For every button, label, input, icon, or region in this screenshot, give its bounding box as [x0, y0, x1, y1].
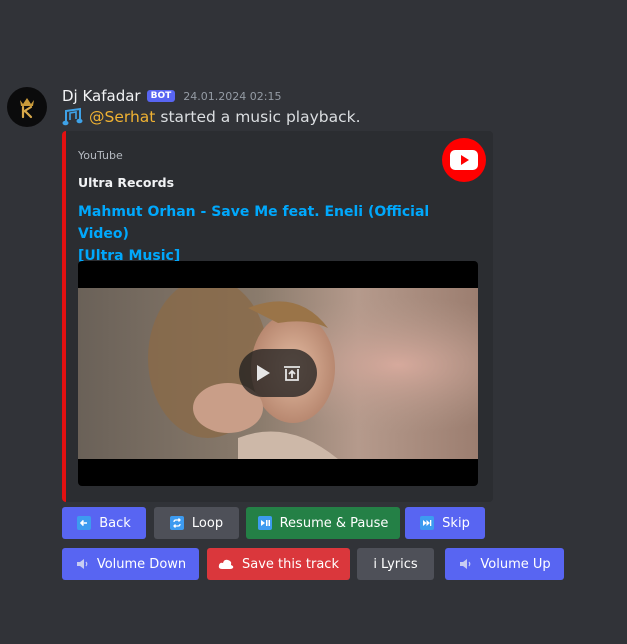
volume-up-button[interactable]: Volume Up	[445, 548, 564, 580]
back-label: Back	[99, 515, 131, 531]
music-embed: YouTube Ultra Records Mahmut Orhan - Sav…	[62, 131, 493, 502]
embed-title-link[interactable]: Mahmut Orhan - Save Me feat. Eneli (Offi…	[78, 201, 458, 267]
resume-pause-label: Resume & Pause	[279, 515, 389, 531]
skip-button[interactable]: Skip	[405, 507, 485, 539]
back-button[interactable]: Back	[62, 507, 146, 539]
loop-label: Loop	[191, 515, 224, 531]
embed-author[interactable]: Ultra Records	[78, 175, 174, 190]
lyrics-label: i Lyrics	[373, 556, 418, 572]
play-icon[interactable]	[254, 363, 272, 383]
message-content: @Serhat started a music playback.	[62, 106, 361, 128]
video-player[interactable]	[78, 261, 478, 486]
embed-provider: YouTube	[78, 149, 123, 162]
timestamp[interactable]: 24.01.2024 02:15	[183, 90, 281, 103]
play-pause-icon	[257, 516, 272, 530]
username[interactable]: Dj Kafadar	[62, 87, 141, 105]
message-text: started a music playback.	[160, 108, 361, 126]
save-track-button[interactable]: Save this track	[207, 548, 350, 580]
user-mention[interactable]: @Serhat	[89, 108, 155, 126]
loop-icon	[169, 516, 184, 530]
skip-label: Skip	[442, 515, 470, 531]
lyrics-button[interactable]: i Lyrics	[357, 548, 434, 580]
speaker-icon	[458, 557, 472, 571]
fast-forward-icon	[420, 516, 435, 530]
volume-down-button[interactable]: Volume Down	[62, 548, 199, 580]
save-track-label: Save this track	[242, 556, 339, 572]
bot-avatar[interactable]	[7, 87, 47, 127]
volume-down-label: Volume Down	[96, 556, 187, 572]
back-arrow-icon	[77, 516, 92, 530]
open-external-icon[interactable]	[282, 364, 302, 382]
speaker-icon	[75, 557, 89, 571]
message-header: Dj Kafadar BOT 24.01.2024 02:15	[62, 86, 281, 106]
embed-title-line1[interactable]: Mahmut Orhan - Save Me feat. Eneli (Offi…	[78, 201, 458, 245]
youtube-logo-icon	[442, 138, 486, 182]
crown-logo-icon	[20, 98, 34, 119]
loop-button[interactable]: Loop	[154, 507, 239, 539]
cloud-icon	[218, 558, 234, 570]
bot-badge: BOT	[146, 90, 176, 102]
play-overlay[interactable]	[239, 349, 317, 397]
resume-pause-button[interactable]: Resume & Pause	[246, 507, 400, 539]
volume-up-label: Volume Up	[480, 556, 551, 572]
musical-notes-icon	[62, 107, 83, 126]
